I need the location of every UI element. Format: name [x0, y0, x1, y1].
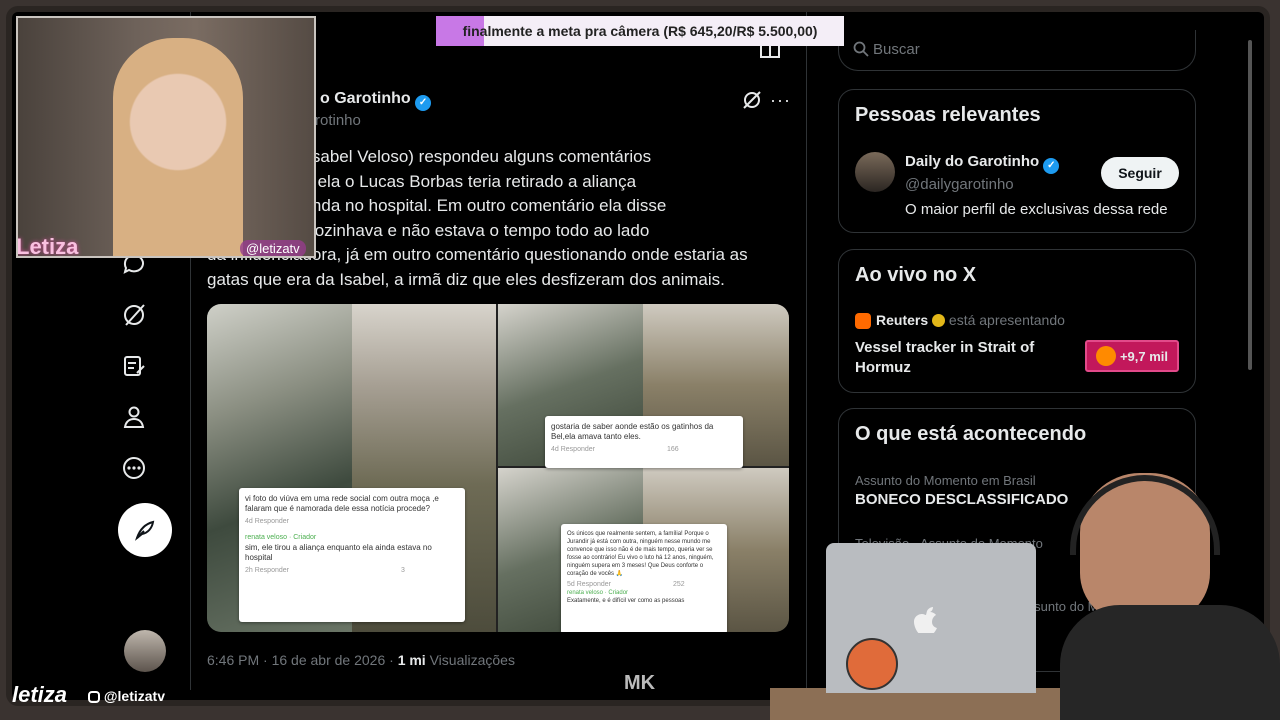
post-meta: 6:46 PM · 16 de abr de 2026 · 1 mi Visua… [207, 652, 515, 668]
comment-meta: 5d Responder 252 [567, 581, 685, 588]
search-icon [853, 41, 869, 57]
reply-meta: 2h Responder 3 [245, 567, 405, 574]
comment-meta: 4d Responder 166 [551, 446, 679, 453]
post-author-handle[interactable]: rotinho [315, 112, 361, 129]
streamer-name: Letiza [16, 234, 79, 258]
verified-badge-icon: ✓ [415, 95, 432, 111]
comment-text: Os únicos que realmente sentem, a famíli… [567, 531, 714, 577]
live-title: Ao vivo no X [855, 264, 977, 286]
post-author-name[interactable]: o Garotinho ✓ [320, 90, 432, 111]
reply-author: renata veloso · Criador [567, 590, 629, 596]
comment-screenshot-1: vi foto do viúva em uma rede social com … [239, 488, 465, 622]
reuters-logo-icon [855, 313, 871, 329]
follow-button[interactable]: Seguir [1101, 157, 1179, 189]
post-timestamp[interactable]: 6:46 PM · 16 de abr de 2026 · [207, 652, 394, 668]
account-avatar[interactable] [124, 630, 166, 672]
search-placeholder: Buscar [873, 41, 920, 58]
relevant-people-title: Pessoas relevantes [855, 104, 1041, 126]
avatar[interactable] [855, 152, 895, 192]
live-listeners-badge[interactable]: +9,7 mil [1085, 340, 1179, 372]
reply-text: sim, ele tirou a aliança enquanto ela ai… [245, 543, 432, 562]
views-label: Visualizações [429, 652, 515, 668]
feather-icon [134, 520, 155, 541]
comment-meta: 4d Responder [245, 518, 289, 525]
laptop [826, 543, 1036, 693]
bottom-handle: @letizatv [88, 688, 165, 704]
grok-icon[interactable] [110, 291, 158, 339]
post-more-options-icon[interactable]: ··· [770, 90, 791, 111]
instagram-icon [88, 691, 100, 703]
goal-bar: finalmente a meta pra câmera (R$ 645,20/… [436, 16, 844, 46]
search-box[interactable]: Buscar [838, 30, 1196, 71]
views-count: 1 mi [397, 652, 426, 668]
streamer-figure [113, 38, 243, 256]
reply-text: Exatamente, e é difícil ver como as pess… [567, 598, 685, 604]
column-divider [806, 12, 807, 690]
more-icon[interactable] [110, 444, 158, 492]
compose-post-button[interactable] [118, 503, 172, 557]
apple-logo-icon [914, 607, 937, 633]
streamer-webcam: Letiza @letizatv [16, 16, 316, 258]
relevant-person-name[interactable]: Daily do Garotinho ✓ [905, 153, 1060, 174]
goal-text: finalmente a meta pra câmera (R$ 645,20/… [462, 23, 818, 39]
relevant-person-handle: @dailygarotinho [905, 176, 1014, 193]
host-avatar-icon [1095, 346, 1116, 366]
reactor-webcam [1040, 455, 1280, 720]
comment-text: vi foto do viúva em uma rede social com … [245, 494, 439, 513]
sticker [846, 638, 898, 690]
scrollbar[interactable] [1248, 40, 1252, 370]
reactor-shirt [1060, 605, 1280, 720]
relevant-person-bio: O maior perfil de exclusivas dessa rede [905, 201, 1168, 218]
streamer-handle: @letizatv [240, 240, 306, 256]
live-headline[interactable]: Vessel tracker in Strait of Hormuz [855, 338, 1055, 378]
reply-author: renata veloso · Criador [245, 534, 317, 541]
trend-name[interactable]: BONECO DESCLASSIFICADO [855, 491, 1068, 508]
profile-icon[interactable] [110, 393, 158, 441]
trends-title: O que está acontecendo [855, 423, 1087, 445]
trend-context: Assunto do Momento em Brasil [855, 473, 1036, 488]
watermark: MK [624, 672, 656, 694]
comment-screenshot-2: gostaria de saber aonde estão os gatinho… [545, 416, 743, 468]
headphones [1070, 475, 1220, 555]
live-host[interactable]: Reuters está apresentando [876, 312, 1065, 328]
bottom-logo: letiza [12, 682, 68, 707]
comment-screenshot-3: Os únicos que realmente sentem, a famíli… [561, 524, 727, 632]
relevant-people-card: Pessoas relevantes Daily do Garotinho ✓ … [838, 89, 1196, 233]
grok-icon[interactable] [742, 90, 762, 110]
comment-text: gostaria de saber aonde estão os gatinho… [551, 422, 714, 441]
post-media[interactable]: vi foto do viúva em uma rede social com … [207, 304, 789, 632]
live-card: Ao vivo no X Reuters está apresentando V… [838, 249, 1196, 393]
notes-icon[interactable] [110, 342, 158, 390]
left-nav [110, 235, 180, 665]
verified-badge-icon: ✓ [1043, 158, 1060, 174]
gold-badge-icon [932, 314, 946, 327]
